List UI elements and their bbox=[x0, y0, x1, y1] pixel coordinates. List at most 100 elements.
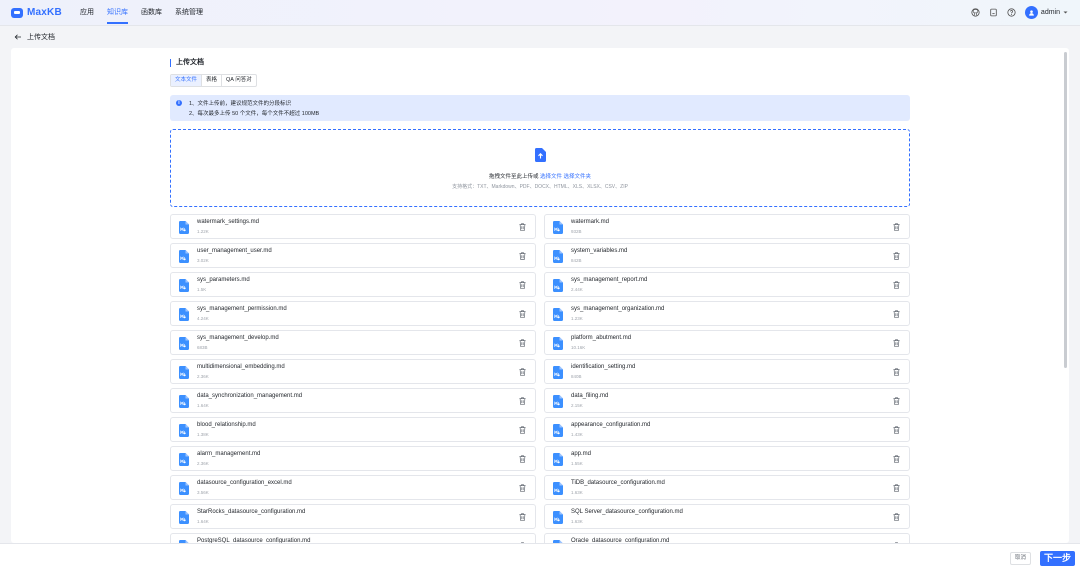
trash-icon[interactable] bbox=[893, 397, 900, 405]
trash-icon[interactable] bbox=[893, 484, 900, 492]
file-item: sys_management_develop.md 683B bbox=[170, 330, 536, 355]
markdown-file-icon bbox=[179, 250, 189, 263]
brand-logo[interactable]: MaxKB bbox=[11, 7, 62, 18]
trash-icon[interactable] bbox=[519, 455, 526, 463]
tab-qa-pairs[interactable]: QA 问答对 bbox=[222, 75, 256, 86]
trash-icon[interactable] bbox=[519, 252, 526, 260]
trash-icon[interactable] bbox=[519, 397, 526, 405]
markdown-file-icon bbox=[179, 308, 189, 321]
chevron-down-icon bbox=[1063, 11, 1068, 14]
file-name: alarm_management.md bbox=[197, 451, 261, 457]
user-name: admin bbox=[1040, 9, 1060, 16]
avatar bbox=[1024, 6, 1038, 19]
file-list: watermark_settings.md 1.22K watermark.md… bbox=[170, 214, 910, 543]
file-size: 1.38K bbox=[197, 432, 209, 437]
trash-icon[interactable] bbox=[519, 281, 526, 289]
file-size: 3.56K bbox=[197, 490, 209, 495]
select-file-link[interactable]: 选择文件 bbox=[540, 174, 562, 180]
file-item: identification_setting.md 840B bbox=[544, 359, 910, 384]
next-step-button[interactable]: 下一步 bbox=[1040, 551, 1076, 566]
section-title: 上传文档 bbox=[170, 59, 204, 67]
trash-icon[interactable] bbox=[893, 339, 900, 347]
nav-item-knowledge[interactable]: 知识库 bbox=[107, 0, 128, 26]
file-item: sys_management_report.md 2.44K bbox=[544, 272, 910, 297]
file-size: 4.24K bbox=[197, 316, 209, 321]
trash-icon[interactable] bbox=[519, 339, 526, 347]
trash-icon[interactable] bbox=[519, 310, 526, 318]
markdown-file-icon bbox=[179, 366, 189, 379]
file-item: sys_management_permission.md 4.24K bbox=[170, 301, 536, 326]
markdown-file-icon bbox=[179, 482, 189, 495]
file-size: 1.22K bbox=[197, 229, 209, 234]
nav-item-system[interactable]: 系统管理 bbox=[175, 0, 203, 26]
supported-formats: 支持格式：TXT、Markdown、PDF、DOCX、HTML、XLS、XLSX… bbox=[452, 184, 628, 190]
file-size: 3.02K bbox=[197, 258, 209, 263]
trash-icon[interactable] bbox=[519, 484, 526, 492]
file-size: 1.23K bbox=[571, 316, 583, 321]
trash-icon[interactable] bbox=[893, 223, 900, 231]
upload-panel: 上传文档 文本文件 表格 QA 问答对 i 1、文件上传前，建议规范文件的分段标… bbox=[170, 48, 910, 543]
markdown-file-icon bbox=[553, 308, 563, 321]
file-size: 2.44K bbox=[571, 287, 583, 292]
help-circle-icon[interactable] bbox=[1007, 8, 1017, 18]
file-name: SQL Server_datasource_configuration.md bbox=[571, 509, 683, 515]
trash-icon[interactable] bbox=[893, 281, 900, 289]
trash-icon[interactable] bbox=[519, 513, 526, 521]
trash-icon[interactable] bbox=[519, 426, 526, 434]
trash-icon[interactable] bbox=[519, 223, 526, 231]
file-size: 683B bbox=[197, 345, 208, 350]
file-name: data_synchronization_management.md bbox=[197, 393, 303, 399]
nav-item-apps[interactable]: 应用 bbox=[80, 0, 94, 26]
upload-dropzone[interactable]: 拖拽文件至此上传或 选择文件 选择文件夹 支持格式：TXT、Markdown、P… bbox=[170, 129, 910, 207]
markdown-file-icon bbox=[179, 395, 189, 408]
dropzone-text: 拖拽文件至此上传或 bbox=[488, 174, 539, 180]
arrow-left-icon[interactable] bbox=[14, 33, 22, 41]
markdown-file-icon bbox=[553, 453, 563, 466]
file-item: datasource_configuration_excel.md 3.56K bbox=[170, 475, 536, 500]
file-name: platform_abutment.md bbox=[571, 335, 632, 341]
markdown-file-icon bbox=[553, 221, 563, 234]
trash-icon[interactable] bbox=[893, 368, 900, 376]
file-name: multidimensional_embedding.md bbox=[197, 364, 285, 370]
file-item: StarRocks_datasource_configuration.md 1.… bbox=[170, 504, 536, 529]
notice-line-1: 1、文件上传前，建议规范文件的分段标识 bbox=[189, 101, 292, 107]
trash-icon[interactable] bbox=[893, 455, 900, 463]
notice-line-2: 2、每次最多上传 50 个文件，每个文件不超过 100MB bbox=[189, 111, 320, 117]
select-folder-link[interactable]: 选择文件夹 bbox=[564, 174, 592, 180]
file-size: 840B bbox=[571, 374, 582, 379]
trash-icon[interactable] bbox=[893, 252, 900, 260]
file-item: system_variables.md 842B bbox=[544, 243, 910, 268]
info-icon: i bbox=[176, 100, 182, 106]
trash-icon[interactable] bbox=[893, 310, 900, 318]
document-icon[interactable] bbox=[989, 8, 999, 18]
file-name: TiDB_datasource_configuration.md bbox=[571, 480, 665, 486]
vertical-scrollbar[interactable] bbox=[1064, 52, 1067, 368]
tab-text-file[interactable]: 文本文件 bbox=[171, 75, 203, 86]
markdown-file-icon bbox=[179, 337, 189, 350]
trash-icon[interactable] bbox=[893, 513, 900, 521]
file-size: 1.63K bbox=[571, 490, 583, 495]
main-card: 上传文档 文本文件 表格 QA 问答对 i 1、文件上传前，建议规范文件的分段标… bbox=[11, 48, 1069, 543]
file-item: app.md 1.55K bbox=[544, 446, 910, 471]
github-icon[interactable] bbox=[971, 8, 981, 18]
file-name: sys_parameters.md bbox=[197, 277, 250, 283]
markdown-file-icon bbox=[553, 366, 563, 379]
file-name: blood_relationship.md bbox=[197, 422, 256, 428]
trash-icon[interactable] bbox=[893, 426, 900, 434]
file-size: 1.5K bbox=[197, 287, 207, 292]
trash-icon[interactable] bbox=[519, 368, 526, 376]
tab-table[interactable]: 表格 bbox=[202, 75, 223, 86]
markdown-file-icon bbox=[553, 482, 563, 495]
file-size: 1.64K bbox=[197, 519, 209, 524]
nav-item-functions[interactable]: 函数库 bbox=[141, 0, 162, 26]
markdown-file-icon bbox=[179, 221, 189, 234]
file-item: appearance_configuration.md 1.43K bbox=[544, 417, 910, 442]
file-item: platform_abutment.md 10.16K bbox=[544, 330, 910, 355]
file-item: sys_parameters.md 1.5K bbox=[170, 272, 536, 297]
file-name: datasource_configuration_excel.md bbox=[197, 480, 292, 486]
chat-bubble-logo-icon bbox=[11, 7, 23, 18]
cancel-button[interactable]: 取消 bbox=[1010, 552, 1032, 565]
file-item: alarm_management.md 2.36K bbox=[170, 446, 536, 471]
file-name: identification_setting.md bbox=[571, 364, 636, 370]
user-menu[interactable]: admin bbox=[1024, 6, 1068, 19]
